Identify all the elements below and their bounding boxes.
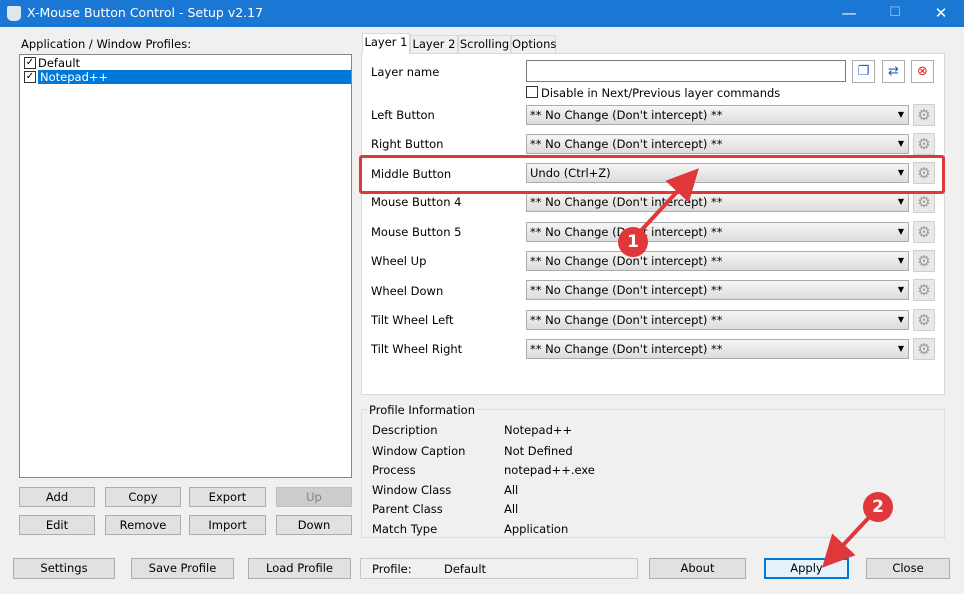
arrow-1-icon [634, 168, 699, 238]
step-marker-2: 2 [863, 492, 893, 522]
tab-layer-1[interactable]: Layer 1 [362, 33, 410, 54]
step-marker-1: 1 [618, 227, 648, 257]
annotation-arrows [634, 168, 876, 568]
